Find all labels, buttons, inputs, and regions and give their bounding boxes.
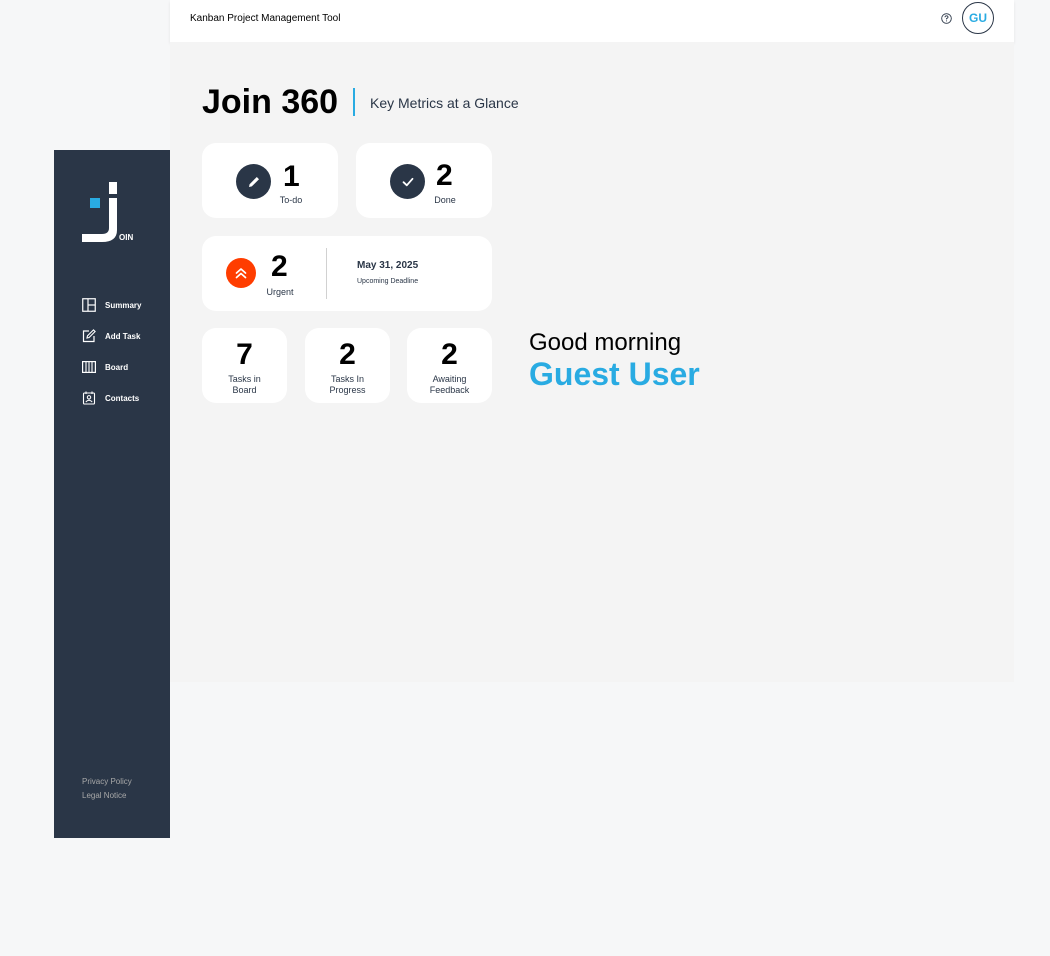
greeting-text: Good morning [529, 329, 682, 356]
summary-icon [82, 298, 96, 312]
board-count: 7 [236, 338, 253, 371]
done-card[interactable]: 2 Done [356, 143, 492, 218]
page-title: Join 360 [202, 83, 339, 121]
pencil-icon-circle [236, 164, 271, 199]
top-bar: Kanban Project Management Tool GU [170, 0, 1014, 42]
double-chevron-up-icon [235, 268, 247, 279]
sidebar: OIN Summary Add Task Board Contacts Priv… [54, 150, 170, 838]
contacts-icon [82, 391, 96, 405]
sidebar-item-summary[interactable]: Summary [82, 298, 141, 312]
deadline-label: Upcoming Deadline [357, 278, 419, 285]
check-icon [402, 177, 413, 186]
todo-card[interactable]: 1 To-do [202, 143, 338, 218]
greeting-user-name: Guest User [529, 356, 700, 392]
help-icon[interactable] [941, 13, 952, 24]
urgent-divider [326, 248, 327, 299]
done-count: 2 [436, 159, 453, 192]
logo-suffix: OIN [119, 233, 134, 242]
logo-j-icon [82, 198, 117, 242]
title-divider [353, 88, 355, 116]
sidebar-footer: Privacy Policy Legal Notice [82, 777, 132, 805]
urgent-icon-circle [226, 258, 256, 288]
done-label: Done [434, 195, 456, 205]
urgent-count: 2 [271, 250, 288, 283]
todo-label: To-do [279, 195, 303, 205]
check-icon-circle [390, 164, 425, 199]
user-avatar[interactable]: GU [962, 2, 994, 34]
summary-main: Join 360 Key Metrics at a Glance 1 To-do… [170, 42, 1014, 682]
sidebar-item-label: Contacts [105, 393, 140, 403]
tasks-in-board-card[interactable]: 7 Tasks in Board [202, 328, 287, 403]
sidebar-item-add-task[interactable]: Add Task [82, 329, 141, 343]
add-task-icon [82, 329, 96, 343]
sidebar-item-label: Board [105, 362, 129, 372]
sidebar-item-contacts[interactable]: Contacts [82, 391, 141, 405]
privacy-policy-link[interactable]: Privacy Policy [82, 777, 132, 786]
awaiting-feedback-card[interactable]: 2 Awaiting Feedback [407, 328, 492, 403]
todo-count: 1 [283, 160, 300, 193]
pencil-icon [248, 176, 259, 187]
sidebar-item-label: Add Task [105, 331, 141, 341]
app-title: Kanban Project Management Tool [190, 13, 341, 24]
feedback-count: 2 [441, 338, 458, 371]
progress-count: 2 [339, 338, 356, 371]
sidebar-item-label: Summary [105, 300, 142, 310]
urgent-card[interactable]: 2 Urgent May 31, 2025 Upcoming Deadline [202, 236, 492, 311]
tasks-in-progress-card[interactable]: 2 Tasks In Progress [305, 328, 390, 403]
page-subtitle: Key Metrics at a Glance [370, 95, 519, 111]
join-logo[interactable]: OIN [82, 182, 136, 244]
urgent-label: Urgent [266, 287, 294, 297]
board-icon [82, 361, 96, 374]
sidebar-nav: Summary Add Task Board Contacts [82, 298, 141, 422]
board-label: Tasks in Board [228, 374, 261, 395]
deadline-date: May 31, 2025 [357, 260, 419, 271]
legal-notice-link[interactable]: Legal Notice [82, 791, 132, 800]
feedback-label: Awaiting Feedback [429, 374, 470, 395]
sidebar-item-board[interactable]: Board [82, 360, 141, 374]
progress-label: Tasks In Progress [329, 374, 366, 395]
